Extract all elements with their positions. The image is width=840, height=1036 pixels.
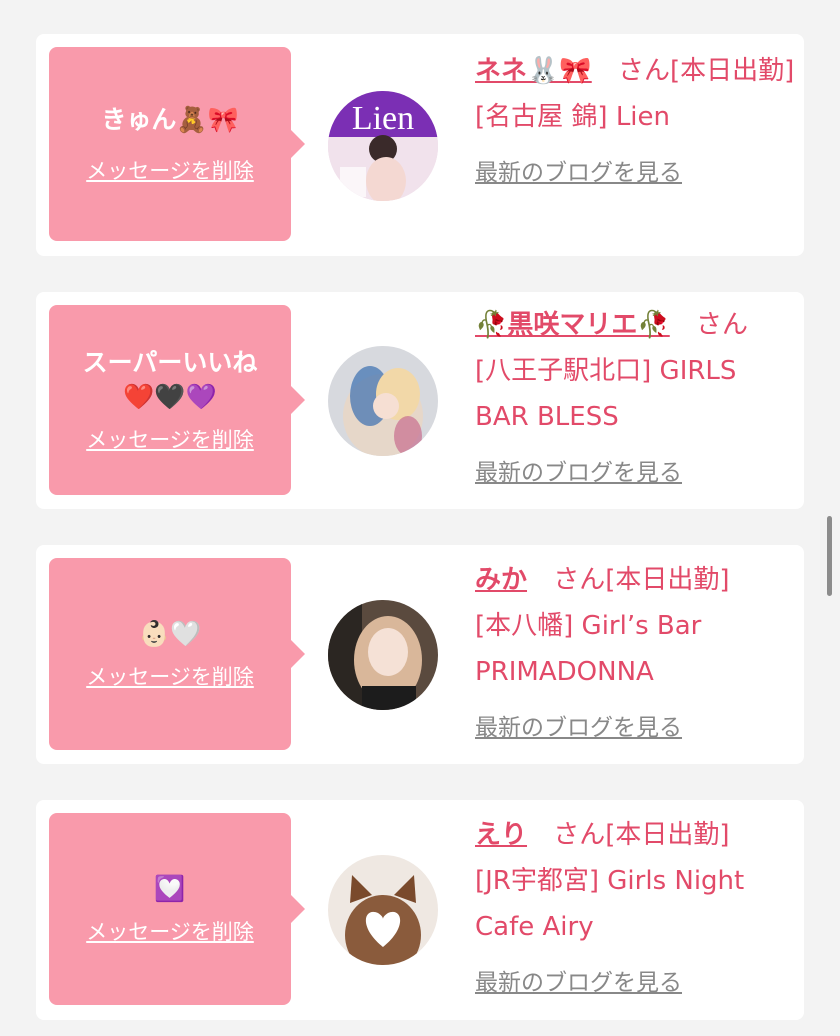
sender-info: えり さん[本日出勤] [JR宇都宮] Girls Night Cafe Air… (475, 812, 795, 1006)
delete-message-link[interactable]: メッセージを削除 (86, 424, 254, 454)
avatar[interactable] (328, 855, 438, 965)
reaction-bubble: きゅん🧸🎀 メッセージを削除 (49, 47, 305, 241)
latest-blog-link[interactable]: 最新のブログを見る (475, 705, 682, 751)
latest-blog-link[interactable]: 最新のブログを見る (475, 450, 682, 496)
shop-name: [名古屋 錦] Lien (475, 102, 671, 132)
avatar-logo-text: Lien (352, 100, 414, 137)
message-card: きゅん🧸🎀 メッセージを削除 Lien ネネ🐰🎀 さん[本日出勤] [名古屋 錦… (36, 34, 804, 256)
message-card: スーパーいいね ❤️🖤💜 メッセージを削除 🥀黒咲マリエ🥀 さん [八王子駅北口… (36, 292, 804, 509)
scrollbar[interactable] (827, 516, 832, 596)
message-card: 👶🏻🤍 メッセージを削除 みか さん[本日出勤] [本八幡] Girl’s Ba… (36, 545, 804, 764)
delete-message-link[interactable]: メッセージを削除 (86, 155, 254, 185)
reaction-bubble: 👶🏻🤍 メッセージを削除 (49, 558, 305, 750)
sender-suffix: さん (696, 310, 749, 340)
sender-suffix: さん[本日出勤] (618, 56, 795, 86)
reaction-bubble: 💟 メッセージを削除 (49, 813, 305, 1005)
name-line: えり さん[本日出勤] (475, 812, 795, 858)
name-line: 🥀黒咲マリエ🥀 さん (475, 302, 795, 348)
sender-info: みか さん[本日出勤] [本八幡] Girl’s Bar PRIMADONNA … (475, 557, 795, 751)
latest-blog-link[interactable]: 最新のブログを見る (475, 150, 682, 196)
reaction-text: 💟 (154, 874, 186, 903)
sender-suffix: さん[本日出勤] (553, 565, 730, 595)
avatar[interactable] (328, 600, 438, 710)
sender-suffix: さん[本日出勤] (553, 820, 730, 850)
name-line: みか さん[本日出勤] (475, 557, 795, 603)
sender-info: 🥀黒咲マリエ🥀 さん [八王子駅北口] GIRLS BAR BLESS 最新のブ… (475, 302, 795, 496)
shop-name: [JR宇都宮] Girls Night Cafe Airy (475, 866, 745, 942)
shop-name: [八王子駅北口] GIRLS BAR BLESS (475, 356, 737, 432)
reaction-text: きゅん🧸🎀 (101, 105, 239, 134)
sender-name-link[interactable]: みか (475, 565, 527, 595)
sender-info: ネネ🐰🎀 さん[本日出勤] [名古屋 錦] Lien 最新のブログを見る (475, 48, 795, 196)
message-card: 💟 メッセージを削除 えり さん[本日出勤] [JR宇都宮] Girls Nig… (36, 800, 804, 1020)
avatar[interactable] (328, 346, 438, 456)
delete-message-link[interactable]: メッセージを削除 (86, 916, 254, 946)
avatar[interactable]: Lien (328, 91, 438, 201)
sender-name-link[interactable]: ネネ🐰🎀 (475, 56, 592, 86)
reaction-text: スーパーいいね ❤️🖤💜 (82, 348, 258, 411)
sender-name-link[interactable]: 🥀黒咲マリエ🥀 (475, 310, 670, 340)
latest-blog-link[interactable]: 最新のブログを見る (475, 960, 682, 1006)
reaction-text: 👶🏻🤍 (138, 619, 202, 648)
delete-message-link[interactable]: メッセージを削除 (86, 661, 254, 691)
name-line: ネネ🐰🎀 さん[本日出勤] (475, 48, 795, 94)
sender-name-link[interactable]: えり (475, 820, 527, 850)
shop-name: [本八幡] Girl’s Bar PRIMADONNA (475, 611, 702, 687)
reaction-bubble: スーパーいいね ❤️🖤💜 メッセージを削除 (49, 305, 305, 495)
